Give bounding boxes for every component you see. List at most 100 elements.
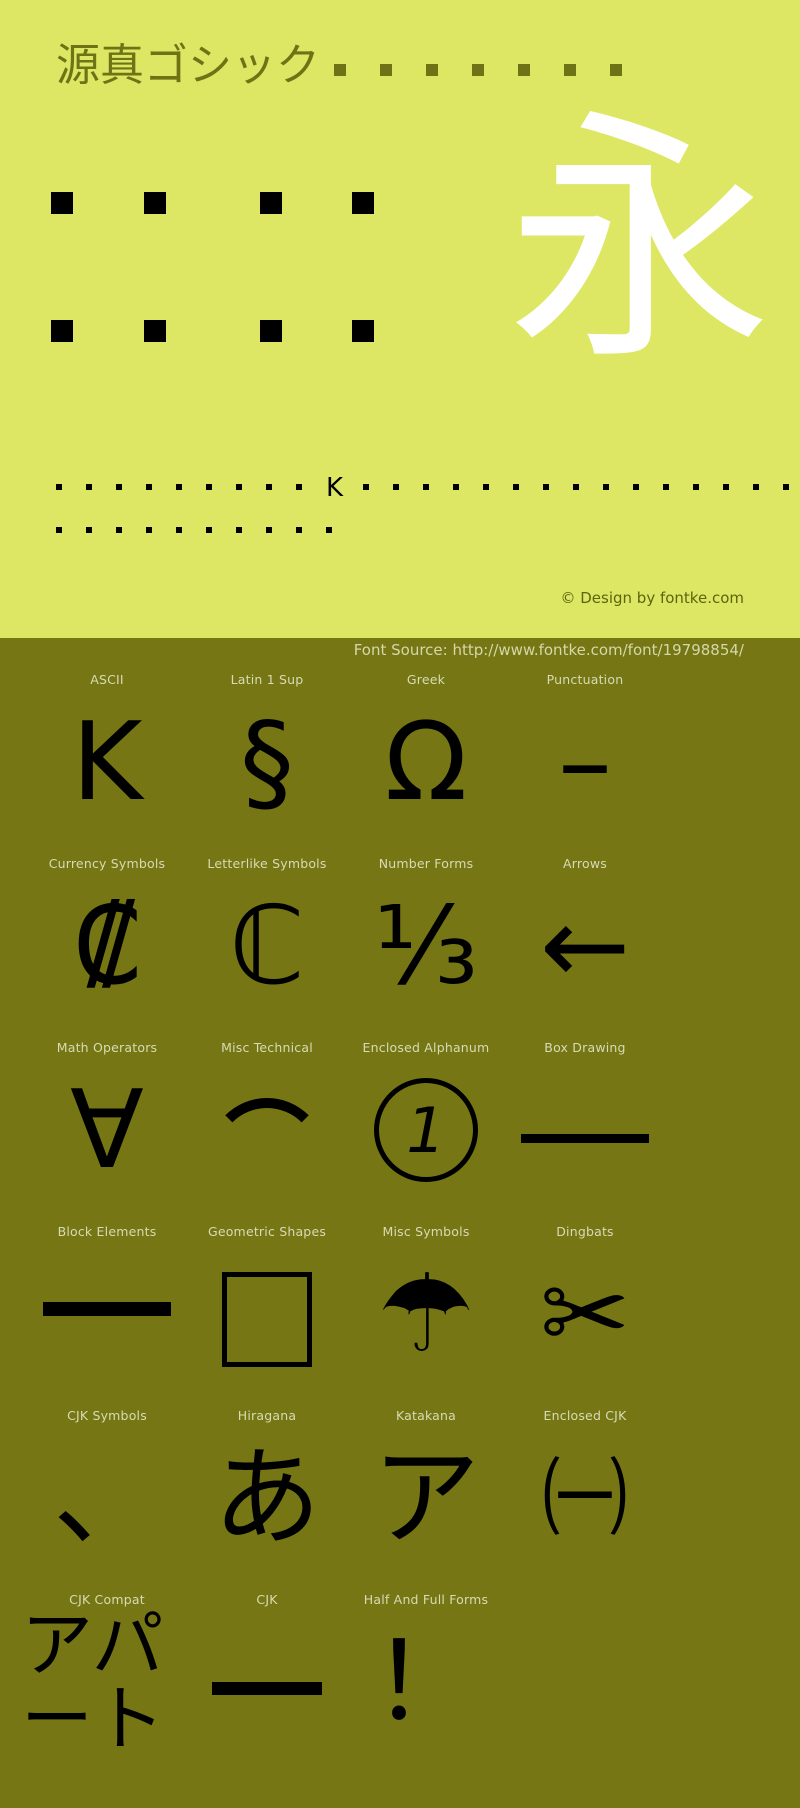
tofu-box — [472, 64, 484, 76]
block-glyph: § — [240, 700, 294, 825]
block-cell-cjk[interactable]: CJK — [175, 1586, 359, 1770]
mini-tofu — [693, 484, 700, 490]
block-cell-cjk-symbols[interactable]: CJK Symbols 、 — [15, 1402, 199, 1586]
tofu-box — [564, 64, 576, 76]
mini-tofu — [543, 484, 550, 490]
grid-row: CJK Symbols 、 Hiragana あ Katakana ア Encl… — [0, 1402, 800, 1586]
block-cell-geometric-shapes[interactable]: Geometric Shapes — [175, 1218, 359, 1402]
block-cell-misc-symbols[interactable]: Misc Symbols ☂ — [334, 1218, 518, 1402]
mini-tofu — [783, 484, 790, 490]
block-glyph: 1 — [334, 1056, 518, 1218]
block-glyph — [493, 1056, 677, 1218]
block-cell-half-and-full-forms[interactable]: Half And Full Forms ！ — [334, 1586, 518, 1770]
block-cell-cjk-compat[interactable]: CJK Compat アパート — [15, 1586, 199, 1770]
block-glyph: ㈠ — [542, 1449, 628, 1549]
mini-tofu — [753, 484, 760, 490]
circled-one-icon: 1 — [374, 1078, 478, 1182]
block-label: Letterlike Symbols — [207, 856, 327, 871]
mini-tofu — [236, 484, 242, 490]
mini-tofu — [116, 527, 122, 533]
block-cell-currency-symbols[interactable]: Currency Symbols ₡ — [15, 850, 199, 1034]
tofu-box — [610, 64, 622, 76]
mini-tofu — [56, 484, 62, 490]
block-glyph: ア — [371, 1436, 480, 1561]
block-glyph — [15, 1240, 199, 1402]
block-cell-enclosed-alphanum[interactable]: Enclosed Alphanum 1 — [334, 1034, 518, 1218]
block-glyph: Ω — [384, 700, 468, 825]
block-cell-hiragana[interactable]: Hiragana あ — [175, 1402, 359, 1586]
mini-tofu — [116, 484, 122, 490]
block-glyph: ℂ — [229, 884, 305, 1009]
block-cell-misc-technical[interactable]: Misc Technical — [175, 1034, 359, 1218]
grid-row: CJK Compat アパート CJK Half And Full Forms … — [0, 1586, 800, 1770]
mini-tofu — [236, 527, 242, 533]
block-cell-ascii[interactable]: ASCII K — [15, 666, 199, 850]
block-label: Latin 1 Sup — [230, 672, 304, 687]
block-glyph: ☂ — [377, 1252, 475, 1377]
block-glyph — [175, 1240, 359, 1402]
cjk-one-icon — [212, 1682, 322, 1695]
large-tofu-box — [51, 192, 73, 214]
block-cell-enclosed-cjk[interactable]: Enclosed CJK ㈠ — [493, 1402, 677, 1586]
block-glyph: ∀ — [70, 1068, 144, 1193]
block-cell-katakana[interactable]: Katakana ア — [334, 1402, 518, 1586]
block-glyph: ✂ — [539, 1252, 631, 1377]
grid-row: Block Elements Geometric Shapes Misc Sym… — [0, 1218, 800, 1402]
grid-row: Currency Symbols ₡ Letterlike Symbols ℂ … — [0, 850, 800, 1034]
block-label: Arrows — [563, 856, 607, 871]
mini-tofu — [633, 484, 640, 490]
block-label: Geometric Shapes — [207, 1224, 327, 1239]
mini-tofu — [603, 484, 610, 490]
block-glyph: ₡ — [72, 884, 142, 1009]
tofu-box — [334, 64, 346, 76]
mini-tofu — [393, 484, 400, 490]
block-cell-latin-1-sup[interactable]: Latin 1 Sup § — [175, 666, 359, 850]
block-glyph: K — [71, 700, 143, 825]
tofu-box — [426, 64, 438, 76]
font-specimen-page: 源真ゴシック 永 K © Design by fontke.com Font S… — [0, 0, 800, 1808]
mini-tofu — [206, 484, 212, 490]
block-cell-arrows[interactable]: Arrows ← — [493, 850, 677, 1034]
mini-tofu — [266, 527, 272, 533]
block-cell-block-elements[interactable]: Block Elements — [15, 1218, 199, 1402]
grid-row: ASCII K Latin 1 Sup § Greek Ω Punctuatio… — [0, 666, 800, 850]
block-cell-math-operators[interactable]: Math Operators ∀ — [15, 1034, 199, 1218]
block-cell-punctuation[interactable]: Punctuation – — [493, 666, 677, 850]
mini-tofu — [453, 484, 460, 490]
block-glyph: ← — [539, 884, 631, 1009]
block-label: CJK Symbols — [67, 1408, 147, 1423]
block-cell-greek[interactable]: Greek Ω — [334, 666, 518, 850]
mini-tofu — [423, 484, 430, 490]
grid-row: Math Operators ∀ Misc Technical Enclosed… — [0, 1034, 800, 1218]
large-tofu-box — [51, 320, 73, 342]
block-label: ASCII — [90, 672, 124, 687]
mini-tofu — [573, 484, 580, 490]
mini-tofu — [296, 527, 302, 533]
hero-sample-glyph: 永 — [507, 88, 772, 396]
block-cell-box-drawing[interactable]: Box Drawing — [493, 1034, 677, 1218]
block-cell-number-forms[interactable]: Number Forms ⅓ — [334, 850, 518, 1034]
block-label: Box Drawing — [544, 1040, 626, 1055]
block-cell-dingbats[interactable]: Dingbats ✂ — [493, 1218, 677, 1402]
mini-tofu — [146, 527, 152, 533]
block-cell-letterlike-symbols[interactable]: Letterlike Symbols ℂ — [175, 850, 359, 1034]
block-glyph: – — [558, 700, 612, 825]
block-label: CJK Compat — [69, 1592, 145, 1607]
mini-glyph-line-2 — [56, 516, 356, 538]
block-glyph: あ — [212, 1436, 321, 1561]
block-label: Misc Technical — [221, 1040, 313, 1055]
mini-tofu — [56, 527, 62, 533]
large-tofu-box — [352, 192, 374, 214]
large-tofu-box — [260, 192, 282, 214]
font-source-bar: Font Source: http://www.fontke.com/font/… — [0, 638, 800, 666]
block-label: Greek — [406, 672, 446, 687]
block-label: CJK — [256, 1592, 278, 1607]
block-label: Misc Symbols — [382, 1224, 470, 1239]
mini-tofu — [723, 484, 730, 490]
hero-banner: 源真ゴシック 永 K © Design by fontke.com — [0, 0, 800, 638]
tofu-box — [518, 64, 530, 76]
unicode-block-grid: ASCII K Latin 1 Sup § Greek Ω Punctuatio… — [0, 666, 800, 1808]
mini-tofu — [176, 527, 182, 533]
font-source-text: Font Source: http://www.fontke.com/font/… — [353, 641, 744, 659]
block-label: Katakana — [395, 1408, 457, 1423]
